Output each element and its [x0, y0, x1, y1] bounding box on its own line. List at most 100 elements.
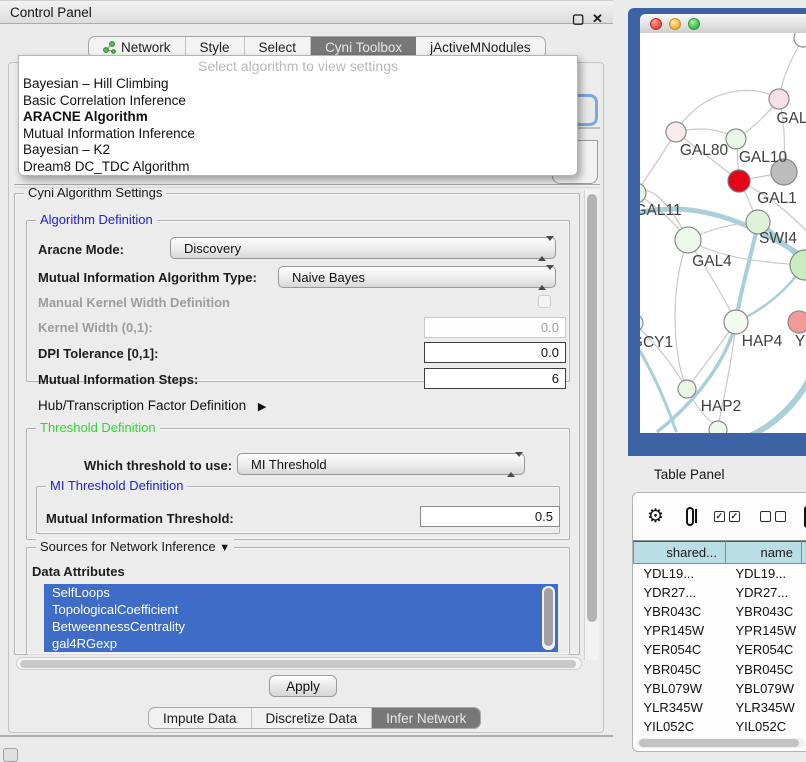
dropdown-item-basic-correlation[interactable]: Basic Correlation Inference — [19, 93, 577, 110]
collapsed-panel-icon-fragment[interactable] — [3, 748, 18, 762]
control-panel-title: Control Panel — [10, 5, 92, 20]
data-attributes-list[interactable]: SelfLoops TopologicalCoefficient Between… — [44, 584, 558, 652]
mi-type-value: Naive Bayes — [292, 270, 365, 285]
mac-minimize-icon[interactable] — [669, 18, 681, 30]
node-gal11[interactable] — [640, 183, 646, 203]
attributes-list-scrollbar[interactable] — [542, 586, 555, 650]
mac-close-icon[interactable] — [650, 18, 662, 30]
manual-kernel-label: Manual Kernel Width Definition — [38, 295, 230, 310]
node-bottom-partial[interactable] — [709, 421, 727, 433]
node-partial-top[interactable] — [794, 33, 806, 47]
table-horizontal-scrollbar[interactable] — [637, 738, 805, 748]
dropdown-item-dream8[interactable]: Dream8 DC_TDC Algorithm — [19, 159, 577, 176]
cell: YPR145W — [726, 621, 802, 640]
list-item[interactable]: BetweennessCentrality — [44, 618, 558, 635]
manual-kernel-checkbox — [538, 295, 551, 308]
tab-impute-data[interactable]: Impute Data — [149, 708, 252, 728]
panel-divider — [14, 184, 600, 185]
network-canvas[interactable]: GAL GAL80 GAL10 GAL1 GAL11 SWI4 GAL4 GCY… — [640, 33, 806, 433]
select-all-icon[interactable]: ✓ ✓ — [714, 511, 740, 522]
table-row[interactable]: YBR045C YBR045C 9. — [634, 659, 806, 678]
aracne-mode-combo[interactable]: Discovery — [170, 237, 556, 259]
aracne-mode-value: Discovery — [184, 241, 241, 256]
mi-steps-label: Mutual Information Steps: — [38, 372, 198, 387]
kernel-width-field: 0.0 — [424, 317, 566, 338]
cell: 9 — [802, 717, 806, 736]
settings-vertical-scrollbar[interactable] — [584, 190, 599, 660]
tab-discretize-data[interactable]: Discretize Data — [252, 708, 373, 728]
hub-definition-label: Hub/Transcription Factor Definition — [38, 398, 246, 413]
dropdown-item-mutual-information[interactable]: Mutual Information Inference — [19, 126, 577, 143]
cell: 12 — [802, 583, 806, 602]
tab-network-label: Network — [121, 40, 171, 55]
data-attributes-label: Data Attributes — [32, 564, 125, 579]
table-row[interactable]: YDL19... YDL19... 13 — [634, 564, 806, 583]
hub-definition-expander[interactable]: Hub/Transcription Factor Definition ▶ — [38, 398, 266, 413]
dropdown-item-bayesian-hill-climbing[interactable]: Bayesian – Hill Climbing — [19, 76, 577, 93]
dropdown-item-bayesian-k2[interactable]: Bayesian – K2 — [19, 142, 577, 159]
tab-infer-network[interactable]: Infer Network — [372, 708, 480, 728]
node-hap2[interactable] — [678, 380, 696, 398]
label-gcy1: GCY1 — [640, 334, 673, 351]
which-threshold-value: MI Threshold — [251, 457, 327, 472]
mi-threshold-field[interactable]: 0.5 — [420, 506, 560, 527]
table-row[interactable]: YIL052C YIL052C 9 — [634, 717, 806, 736]
tab-jactivemnodules-label: jActiveMNodules — [430, 40, 531, 55]
mi-type-combo[interactable]: Naive Bayes — [278, 266, 556, 288]
dpi-tolerance-field[interactable]: 0.0 — [424, 342, 566, 363]
cell: YER054C — [634, 640, 726, 659]
kernel-width-value: 0.0 — [541, 320, 559, 335]
column-cut[interactable] — [802, 542, 806, 564]
apply-button-label: Apply — [286, 679, 320, 694]
which-threshold-combo[interactable]: MI Threshold — [237, 453, 525, 475]
cell — [802, 602, 806, 621]
tab-impute-data-label: Impute Data — [163, 711, 237, 726]
dropdown-item-aracne[interactable]: ARACNE Algorithm — [19, 109, 577, 126]
expander-down-triangle-icon[interactable]: ▼ — [219, 542, 230, 554]
gear-icon[interactable]: ⚙ — [647, 505, 664, 528]
mi-threshold-definition-title: MI Threshold Definition — [46, 478, 187, 493]
node-pink-right[interactable] — [788, 311, 806, 333]
table-row[interactable]: YDR27... YDR27... 12 — [634, 583, 806, 602]
algorithm-definition-title: Algorithm Definition — [36, 212, 157, 227]
apply-button[interactable]: Apply — [269, 675, 337, 697]
network-window-titlebar[interactable] — [640, 14, 806, 33]
list-item[interactable]: TopologicalCoefficient — [44, 601, 558, 618]
cell: YLR345W — [726, 698, 802, 717]
node-right-big[interactable] — [790, 250, 806, 280]
list-item[interactable]: gal4RGexp — [44, 635, 558, 652]
node-gal80[interactable] — [666, 122, 686, 142]
table-row[interactable]: YPR145W YPR145W 9. — [634, 621, 806, 640]
cell: YBR043C — [634, 602, 726, 621]
cell: YIL052C — [634, 717, 726, 736]
float-window-icon[interactable]: ▢ — [572, 11, 584, 27]
node-table[interactable]: shared... name YDL19... YDL19... 13 YDR2… — [633, 541, 806, 736]
dpi-tolerance-value: 0.0 — [541, 345, 559, 360]
node-hap4[interactable] — [724, 310, 748, 334]
dropdown-placeholder: Select algorithm to view settings — [19, 56, 577, 76]
node-gal10[interactable] — [726, 129, 746, 149]
column-shared-name[interactable]: shared... — [634, 542, 726, 564]
list-item[interactable]: SelfLoops — [44, 584, 558, 601]
node-gal4[interactable] — [675, 227, 701, 253]
label-hap2: HAP2 — [701, 398, 742, 415]
columns-icon[interactable] — [686, 507, 694, 526]
table-row[interactable]: YER054C YER054C 8. — [634, 640, 806, 659]
column-name[interactable]: name — [726, 542, 802, 564]
close-icon[interactable]: ✕ — [592, 11, 603, 27]
table-row[interactable]: YBR043C YBR043C — [634, 602, 806, 621]
node-red[interactable] — [728, 170, 750, 192]
table-row[interactable]: YBL079W YBL079W — [634, 679, 806, 698]
label-gal4: GAL4 — [692, 253, 732, 270]
settings-horizontal-scrollbar[interactable] — [16, 657, 582, 670]
network-icon — [103, 41, 116, 54]
mi-steps-value: 6 — [552, 371, 559, 386]
which-threshold-label: Which threshold to use: — [84, 458, 232, 473]
label-gal10: GAL10 — [739, 149, 788, 166]
node-gal-cut[interactable] — [769, 89, 789, 109]
mac-zoom-icon[interactable] — [688, 18, 700, 30]
mi-steps-field[interactable]: 6 — [424, 368, 566, 389]
deselect-all-icon[interactable] — [760, 511, 786, 522]
label-hap4: HAP4 — [742, 333, 783, 350]
table-row[interactable]: YLR345W YLR345W 9. — [634, 698, 806, 717]
